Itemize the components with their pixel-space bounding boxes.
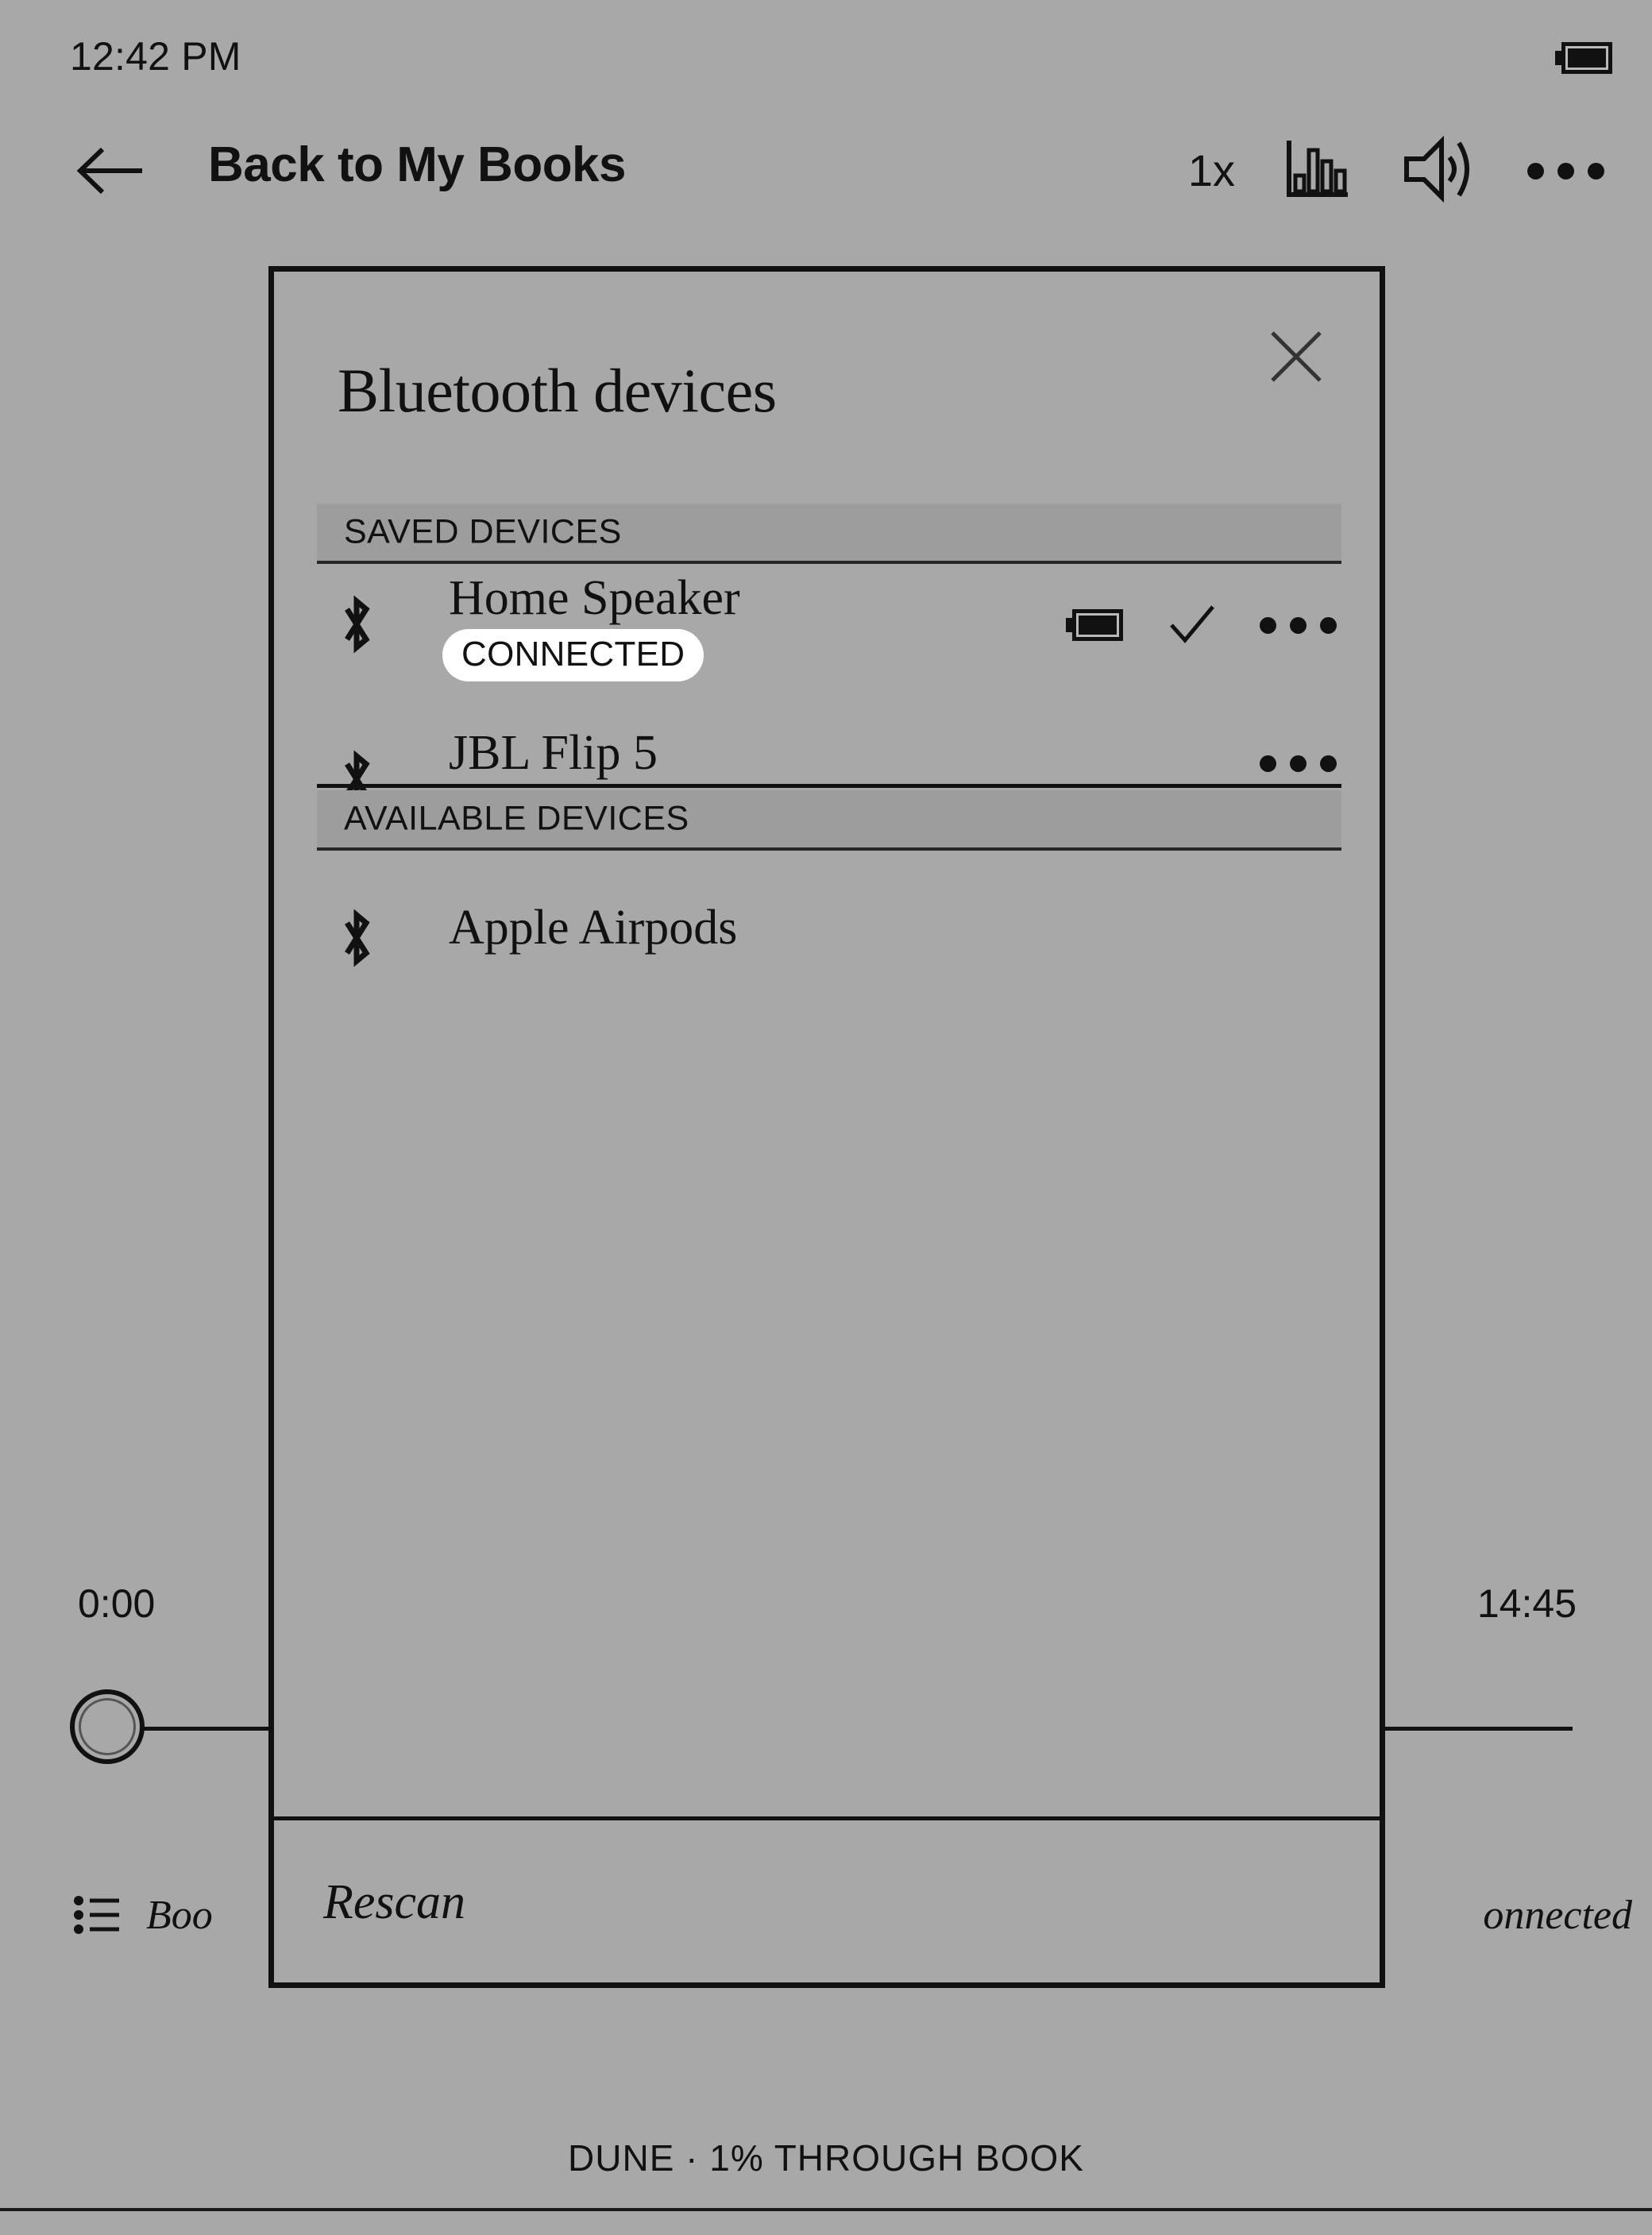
device-name: JBL Flip 5 bbox=[449, 726, 658, 780]
section-header-label: SAVED DEVICES bbox=[344, 512, 622, 551]
battery-full-icon bbox=[1555, 42, 1612, 74]
dot bbox=[1260, 755, 1276, 772]
status-badge: CONNECTED bbox=[442, 629, 704, 681]
dot bbox=[1260, 616, 1276, 634]
device-row-actions bbox=[1260, 755, 1337, 772]
more-horizontal-icon[interactable] bbox=[1527, 162, 1604, 179]
bookmarks-button[interactable]: Boo bbox=[73, 1890, 213, 1940]
dot bbox=[1320, 755, 1337, 772]
remaining-time: 14:45 bbox=[1476, 1581, 1577, 1626]
dialog-title: Bluetooth devices bbox=[338, 356, 777, 425]
e-reader-screen: 12:42 PM Back to My Books 1x 0:00 14:45 … bbox=[0, 0, 1652, 2235]
dot bbox=[1527, 162, 1544, 179]
dot bbox=[1557, 162, 1574, 179]
dot bbox=[1588, 162, 1604, 179]
more-horizontal-icon[interactable] bbox=[1260, 616, 1337, 634]
more-horizontal-icon[interactable] bbox=[1260, 755, 1337, 772]
dot bbox=[1290, 616, 1307, 634]
bulleted-list-icon bbox=[73, 1890, 122, 1940]
battery-full-icon bbox=[1066, 609, 1123, 641]
top-navigation-bar: Back to My Books 1x bbox=[0, 119, 1652, 222]
nav-actions: 1x bbox=[1188, 127, 1604, 214]
back-arrow-icon[interactable] bbox=[75, 143, 145, 199]
dialog-footer-divider bbox=[274, 1816, 1380, 1820]
section-header-label: AVAILABLE DEVICES bbox=[344, 799, 689, 838]
bluetooth-devices-dialog: Bluetooth devices SAVED DEVICES Home Spe… bbox=[268, 266, 1385, 1988]
battery-shell bbox=[1561, 42, 1612, 74]
book-progress-label: DUNE · 1% THROUGH BOOK bbox=[568, 2137, 1084, 2179]
device-name: Home Speaker bbox=[449, 571, 740, 625]
device-row[interactable]: Home Speaker CONNECTED bbox=[317, 566, 1341, 712]
section-header-available-devices: AVAILABLE DEVICES bbox=[317, 790, 1341, 851]
volume-icon[interactable] bbox=[1400, 135, 1478, 207]
device-name: Apple Airpods bbox=[449, 901, 738, 955]
bluetooth-icon bbox=[336, 901, 377, 975]
dot bbox=[1320, 616, 1337, 634]
playback-speed-button[interactable]: 1x bbox=[1188, 149, 1235, 193]
device-row[interactable]: Apple Airpods bbox=[317, 879, 1341, 1006]
section-header-saved-devices: SAVED DEVICES bbox=[317, 504, 1341, 564]
equalizer-icon[interactable] bbox=[1284, 136, 1351, 207]
dot bbox=[1290, 755, 1307, 772]
close-x-icon[interactable] bbox=[1267, 327, 1326, 386]
battery-shell bbox=[1072, 609, 1123, 641]
scrubber-handle[interactable] bbox=[70, 1689, 145, 1764]
status-bar: 12:42 PM bbox=[0, 0, 1652, 111]
check-icon bbox=[1167, 600, 1216, 650]
bluetooth-icon bbox=[336, 588, 377, 661]
footer-divider bbox=[0, 2208, 1652, 2211]
page-title[interactable]: Back to My Books bbox=[208, 137, 627, 193]
rescan-button[interactable]: Rescan bbox=[323, 1874, 465, 1931]
device-row-actions bbox=[1066, 600, 1337, 650]
bookmarks-label: Boo bbox=[146, 1892, 213, 1938]
connection-status-label: onnected bbox=[1483, 1893, 1632, 1938]
elapsed-time: 0:00 bbox=[78, 1581, 156, 1626]
status-clock: 12:42 PM bbox=[70, 34, 241, 79]
